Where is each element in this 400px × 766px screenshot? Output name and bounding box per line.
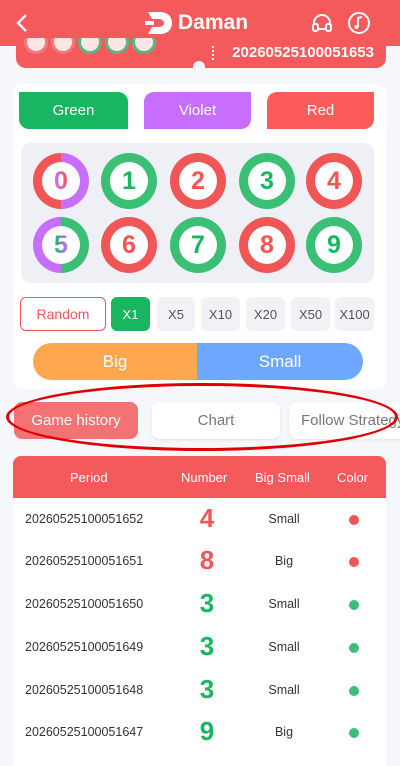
number-ball-7[interactable]: 7 (170, 217, 226, 273)
tab-chart[interactable]: Chart (152, 402, 280, 439)
multiplier-x50[interactable]: X50 (291, 297, 330, 331)
table-row: 20260525100051648 3 Small (13, 669, 386, 711)
number-cell: 3 (199, 631, 215, 661)
number-ball-9[interactable]: 9 (306, 217, 362, 273)
number-label: 4 (327, 166, 341, 195)
recent-result-ball (51, 38, 75, 54)
number-ball-1[interactable]: 1 (101, 153, 157, 209)
tab-game-history[interactable]: Game history (14, 402, 138, 439)
music-note-icon[interactable] (347, 11, 371, 35)
number-cell: 3 (199, 674, 215, 704)
color-dot (349, 557, 359, 567)
number-ball-5[interactable]: 5 (33, 217, 89, 273)
notch (193, 61, 205, 73)
number-label: 1 (122, 166, 136, 195)
table-row: 20260525100051649 3 Small (13, 626, 386, 668)
number-label: 7 (191, 230, 205, 259)
multiplier-x5[interactable]: X5 (157, 297, 195, 331)
brand-name: Daman (178, 11, 249, 34)
brand-logo: Daman (144, 8, 248, 38)
multiplier-x10[interactable]: X10 (201, 297, 240, 331)
tab-follow-strategy[interactable]: Follow Strategy (289, 402, 400, 439)
multiplier-x1[interactable]: X1 (111, 297, 150, 331)
period-cell: 20260525100051649 (25, 640, 144, 654)
big-small-cell: Small (268, 597, 300, 611)
violet-button[interactable]: Violet (144, 92, 251, 129)
period-cell: 20260525100051652 (25, 512, 144, 526)
period-cell: 20260525100051648 (25, 683, 144, 697)
number-label: 3 (260, 166, 274, 195)
number-label: 2 (191, 166, 205, 195)
big-button[interactable]: Big (33, 343, 197, 380)
recent-result-ball (132, 38, 156, 54)
number-label: 8 (260, 230, 274, 259)
big-small-cell: Big (274, 725, 294, 739)
divider (212, 46, 214, 60)
random-button[interactable]: Random (20, 297, 106, 331)
game-history-table: Period Number Big Small Color 2026052510… (13, 456, 386, 766)
number-label: 9 (327, 230, 341, 259)
headset-icon[interactable] (310, 11, 334, 35)
number-cell: 9 (199, 716, 215, 746)
recent-result-ball (105, 38, 129, 54)
number-ball-0[interactable]: 0 (33, 153, 89, 209)
recent-result-ball (78, 38, 102, 54)
green-button[interactable]: Green (19, 92, 128, 129)
number-cell: 3 (199, 588, 215, 618)
number-label: 6 (122, 230, 136, 259)
chevron-left-icon[interactable] (12, 9, 34, 37)
big-small-toggle: Big Small (33, 343, 363, 380)
period-cell: 20260525100051650 (25, 597, 144, 611)
period-cell: 20260525100051651 (25, 554, 144, 568)
number-label: 0 (54, 166, 68, 195)
table-row: 20260525100051652 4 Small (13, 498, 386, 540)
multiplier-x100[interactable]: X100 (335, 297, 374, 331)
column-header: Number (181, 470, 228, 485)
recent-results (24, 38, 156, 54)
color-dot (349, 686, 359, 696)
color-dot (349, 600, 359, 610)
number-cell: 8 (199, 545, 215, 575)
column-header: Color (337, 470, 369, 485)
table-row: 20260525100051651 8 Big (13, 540, 386, 582)
table-header: Period Number Big Small Color (13, 456, 386, 498)
number-ball-2[interactable]: 2 (170, 153, 226, 209)
logo-icon (145, 12, 172, 34)
current-period-number: 20260525100051653 (232, 44, 374, 61)
number-ball-8[interactable]: 8 (239, 217, 295, 273)
recent-result-ball (24, 38, 48, 54)
column-header: Period (70, 470, 108, 485)
number-ball-3[interactable]: 3 (239, 153, 295, 209)
number-label: 5 (54, 230, 68, 259)
column-header: Big Small (255, 470, 310, 485)
period-cell: 20260525100051647 (25, 725, 144, 739)
small-button[interactable]: Small (197, 343, 363, 380)
big-small-cell: Small (268, 683, 300, 697)
number-ball-6[interactable]: 6 (101, 217, 157, 273)
big-small-cell: Big (274, 554, 294, 568)
number-ball-4[interactable]: 4 (306, 153, 362, 209)
number-grid: 0 1 2 3 4 5 6 7 8 9 (21, 143, 374, 283)
big-small-cell: Small (268, 640, 300, 654)
multiplier-x20[interactable]: X20 (246, 297, 285, 331)
color-dot (349, 515, 359, 525)
number-cell: 4 (199, 503, 215, 533)
table-row: 20260525100051647 9 Big (13, 711, 386, 753)
color-dot (349, 728, 359, 738)
table-row: 20260525100051650 3 Small (13, 583, 386, 625)
color-dot (349, 643, 359, 653)
big-small-cell: Small (268, 512, 300, 526)
red-button[interactable]: Red (267, 92, 374, 129)
